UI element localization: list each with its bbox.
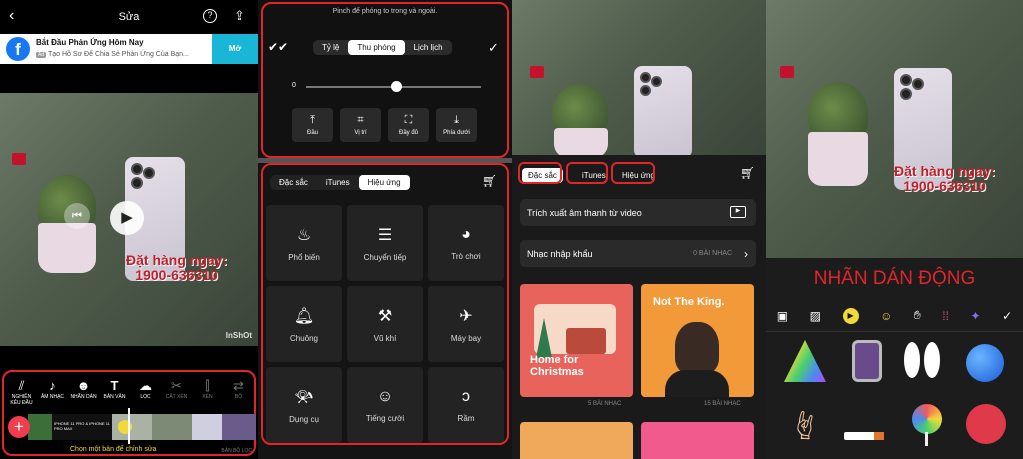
import-count: 0 BÀI NHẠC: [693, 250, 732, 257]
bag-icon[interactable]: ▣: [777, 309, 788, 323]
video-play-icon: ▶: [730, 206, 746, 218]
tool-canvas[interactable]: ⫽ NGHIÊN KÊU ĐẦU: [6, 378, 37, 406]
question-circle-icon[interactable]: ?: [203, 9, 217, 23]
split-icon: ⫿: [205, 378, 210, 393]
flower-icon[interactable]: [966, 404, 1006, 444]
scissors-icon: ✂: [171, 378, 182, 393]
phone-face-icon[interactable]: [852, 340, 882, 382]
timeline-right-label: BẢN BỘ LỌC: [221, 448, 252, 454]
highlight-box: [261, 2, 509, 158]
phone-image: [634, 66, 692, 155]
rewind-button[interactable]: ⏮: [64, 203, 90, 229]
sparkle-icon[interactable]: ✦: [971, 309, 981, 323]
cigarette-icon[interactable]: [844, 404, 886, 446]
highlight-box: [261, 163, 509, 445]
image-icon[interactable]: ▨: [810, 309, 821, 323]
tool-music[interactable]: ♪ ÂM NHẠC: [37, 378, 68, 406]
cover-row-3b[interactable]: [641, 422, 754, 459]
extract-audio-row[interactable]: Trích xuất âm thanh từ video ▶: [520, 199, 756, 226]
pot-image: [554, 128, 608, 155]
order-overlay-text: Đặt hàng ngay: 1900-636310: [894, 163, 996, 194]
stickers-panel: Đặt hàng ngay: 1900-636310 NHÃN DÁN ĐỘNG…: [766, 0, 1023, 459]
cart-icon[interactable]: 🛒︎: [740, 166, 755, 180]
ad-title: Bắt Đầu Phản Ứng Hôm Nay: [36, 38, 144, 47]
video-preview: Đặt hàng ngay: 1900-636310: [766, 0, 1023, 258]
cover-king-count: 15 BÀI NHẠC: [704, 401, 741, 407]
hand-icon[interactable]: ✋︎: [914, 308, 921, 323]
ad-open-button[interactable]: Mở: [212, 34, 258, 64]
cover-king-title: Not The King.: [653, 296, 725, 308]
sticker-heading: NHÃN DÁN ĐỘNG: [813, 268, 976, 289]
rock-hand-icon[interactable]: 🤘︎: [784, 404, 826, 446]
filter-icon: ☁: [139, 378, 152, 393]
brand-badge-icon: [780, 66, 794, 78]
cover-not-the-king[interactable]: Not The King.: [641, 284, 754, 397]
brand-badge-icon: [12, 153, 26, 165]
editor-panel: ‹ Sửa ? ⇪ f Bắt Đầu Phản Ứng Hôm Nay Ad …: [0, 0, 258, 459]
smiley-icon: ☻: [76, 378, 91, 393]
sticker-toolbar: ▣ ▨ ▶ ☺ ✋︎ ⁞⁞ ✦ ✓: [766, 300, 1023, 332]
playhead[interactable]: [128, 408, 130, 444]
timeline[interactable]: IPHONE 11 PRO & IPHONE 11 PRO MAX: [28, 414, 256, 440]
music-featured-panel: Đặc sắc iTunes Hiệu ứng 🛒︎ Trích xuất âm…: [512, 0, 766, 459]
cover-christmas-count: 5 BÀI NHẠC: [588, 401, 622, 407]
highlight-box: [518, 162, 562, 184]
tool-bar: ⫽ NGHIÊN KÊU ĐẦU ♪ ÂM NHẠC ☻ NHÃN DÁN T BẢN …: [6, 378, 254, 406]
tool-filter[interactable]: ☁ LỌC: [130, 378, 161, 406]
video-preview: [512, 0, 766, 155]
share-icon[interactable]: ⇪: [234, 8, 245, 24]
highlight-box: [611, 162, 655, 184]
ad-tag: Ad: [36, 52, 47, 58]
cover-christmas[interactable]: Home for Christmas: [520, 284, 633, 397]
timeline-hint: Chọn một bản để chỉnh sửa: [70, 446, 157, 453]
tool-sticker[interactable]: ☻ NHÃN DÁN: [68, 378, 99, 406]
pot-image: [808, 132, 868, 186]
check-icon[interactable]: ✓: [1002, 309, 1012, 323]
bunny-ears-icon[interactable]: [902, 342, 944, 384]
ad-banner[interactable]: f Bắt Đầu Phản Ứng Hôm Nay Ad Tạo Hồ Sơ …: [0, 34, 258, 64]
tool-trim[interactable]: ✂ CẮT XÉN: [161, 378, 192, 406]
facebook-logo-icon: f: [6, 37, 30, 61]
editor-top-bar: ‹ Sửa ? ⇪: [0, 0, 258, 34]
timeline-clip-caption: IPHONE 11 PRO & IPHONE 11 PRO MAX: [52, 414, 112, 440]
emoji-icon[interactable]: ☺: [880, 309, 892, 323]
more-icon: ⇄: [233, 378, 244, 393]
planet-icon[interactable]: [966, 344, 1004, 382]
tool-split[interactable]: ⫿ XÉN: [192, 378, 223, 406]
lollipop-icon[interactable]: [906, 404, 948, 446]
cover-row-3a[interactable]: [520, 422, 633, 459]
grid-icon[interactable]: ⁞⁞: [942, 309, 949, 323]
text-T-icon: T: [110, 378, 119, 393]
canvas-icon: ⫽: [18, 378, 25, 393]
play-button[interactable]: ▶: [110, 201, 144, 235]
add-clip-button[interactable]: +: [8, 416, 30, 438]
brand-badge-icon: [530, 66, 544, 78]
zoom-effects-panel: Pinch để phóng to trong và ngoài. ✔✔ Tỷ …: [258, 0, 512, 459]
order-overlay-text: Đặt hàng ngay: 1900-636310: [126, 252, 228, 283]
cover-christmas-title: Home for Christmas: [530, 354, 584, 378]
party-hat-icon[interactable]: [784, 340, 826, 382]
highlight-box: [566, 162, 608, 184]
video-preview[interactable]: ⏮ ▶ Đặt hàng ngay: 1900-636310 InShOt: [0, 93, 258, 346]
import-music-row[interactable]: Nhạc nhập khẩu 0 BÀI NHẠC ›: [520, 240, 756, 267]
play-circle-icon[interactable]: ▶: [842, 307, 859, 324]
editor-title: Sửa: [118, 11, 140, 23]
tool-text[interactable]: T BẢN VĂN: [99, 378, 130, 406]
pot-image: [38, 223, 96, 273]
chevron-right-icon: ›: [744, 246, 748, 261]
tool-more[interactable]: ⇄ BỘ: [223, 378, 254, 406]
watermark: InShOt: [225, 331, 252, 340]
music-note-icon: ♪: [49, 378, 56, 393]
ad-subtitle: Tạo Hồ Sơ Để Chia Sẻ Phản Ứng Của Bạn...: [47, 51, 189, 58]
